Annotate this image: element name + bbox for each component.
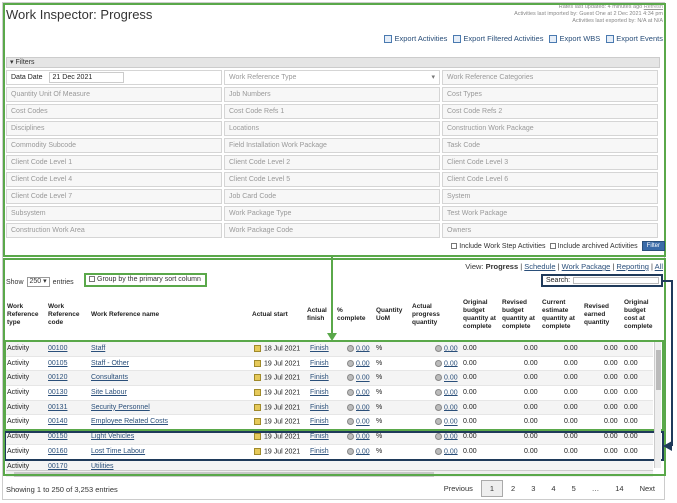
filter-commodity-subcode[interactable]: Commodity Subcode — [6, 138, 222, 153]
checkbox-icon — [549, 242, 556, 249]
filter-client-code-6[interactable]: Client Code Level 6 — [442, 172, 658, 187]
filter-construction-work-area[interactable]: Construction Work Area — [6, 223, 222, 238]
data-date-input[interactable]: 21 Dec 2021 — [48, 72, 124, 83]
filter-test-work-package[interactable]: Test Work Package — [442, 206, 658, 221]
filter-button[interactable]: Filter — [641, 241, 665, 251]
data-date-field: Data Date 21 Dec 2021 — [6, 70, 222, 85]
filter-disciplines[interactable]: Disciplines — [6, 121, 222, 136]
include-steps-toggle[interactable]: Include Work Step Activities — [451, 242, 546, 250]
arrowhead-icon — [327, 333, 337, 341]
filter-construction-work-package[interactable]: Construction Work Package — [442, 121, 658, 136]
filter-client-code-4[interactable]: Client Code Level 4 — [6, 172, 222, 187]
annotation-arrow-dark — [671, 280, 673, 446]
filter-cost-codes[interactable]: Cost Codes — [6, 104, 222, 119]
filter-locations[interactable]: Locations — [224, 121, 440, 136]
include-steps-label: Include Work Step Activities — [459, 242, 546, 250]
filter-system[interactable]: System — [442, 189, 658, 204]
table-highlight — [3, 258, 666, 476]
filter-task-code[interactable]: Task Code — [442, 138, 658, 153]
filter-work-package-type[interactable]: Work Package Type — [224, 206, 440, 221]
filter-quantity-uom[interactable]: Quantity Unit Of Measure — [6, 87, 222, 102]
previous-page-button[interactable]: Previous — [436, 481, 481, 496]
filter-field-installation-wp[interactable]: Field Installation Work Package — [224, 138, 440, 153]
filter-options: Include Work Step Activities Include arc… — [451, 241, 665, 251]
filter-cost-types[interactable]: Cost Types — [442, 87, 658, 102]
filters-label: Filters — [15, 59, 35, 66]
page-button[interactable]: 5 — [564, 481, 584, 496]
filter-job-card-code[interactable]: Job Card Code — [224, 189, 440, 204]
data-date-label: Data Date — [11, 74, 43, 81]
filter-owners[interactable]: Owners — [442, 223, 658, 238]
filter-client-code-1[interactable]: Client Code Level 1 — [6, 155, 222, 170]
next-page-button[interactable]: Next — [632, 481, 663, 496]
page-button[interactable]: 1 — [480, 480, 504, 497]
include-archived-toggle[interactable]: Include archived Activities — [549, 242, 638, 250]
filter-cost-code-refs-2[interactable]: Cost Code Refs 2 — [442, 104, 658, 119]
table-info: Showing 1 to 250 of 3,253 entries — [6, 485, 118, 494]
arrowhead-icon — [663, 441, 672, 451]
page-button[interactable]: 2 — [503, 481, 523, 496]
page-button[interactable]: 14 — [607, 481, 631, 496]
include-archived-label: Include archived Activities — [557, 242, 638, 250]
filter-client-code-2[interactable]: Client Code Level 2 — [224, 155, 440, 170]
filters-grid: Data Date 21 Dec 2021 Work Reference Type… — [6, 70, 660, 238]
filter-client-code-5[interactable]: Client Code Level 5 — [224, 172, 440, 187]
pagination: Previous 1 2 3 4 5 … 14 Next — [436, 480, 663, 497]
filter-client-code-3[interactable]: Client Code Level 3 — [442, 155, 658, 170]
filters-toggle[interactable]: ▾ Filters — [6, 57, 660, 68]
filter-subsystem[interactable]: Subsystem — [6, 206, 222, 221]
filter-client-code-7[interactable]: Client Code Level 7 — [6, 189, 222, 204]
filter-job-numbers[interactable]: Job Numbers — [224, 87, 440, 102]
filter-work-package-code[interactable]: Work Package Code — [224, 223, 440, 238]
page-ellipsis: … — [591, 484, 600, 493]
filter-work-reference-type[interactable]: Work Reference Type — [224, 70, 440, 85]
checkbox-icon — [451, 242, 458, 249]
page-button[interactable]: 3 — [523, 481, 543, 496]
annotation-arrow-green — [331, 257, 333, 335]
filter-cost-code-refs-1[interactable]: Cost Code Refs 1 — [224, 104, 440, 119]
page-button[interactable]: 4 — [543, 481, 563, 496]
filter-work-reference-categories[interactable]: Work Reference Categories — [442, 70, 658, 85]
